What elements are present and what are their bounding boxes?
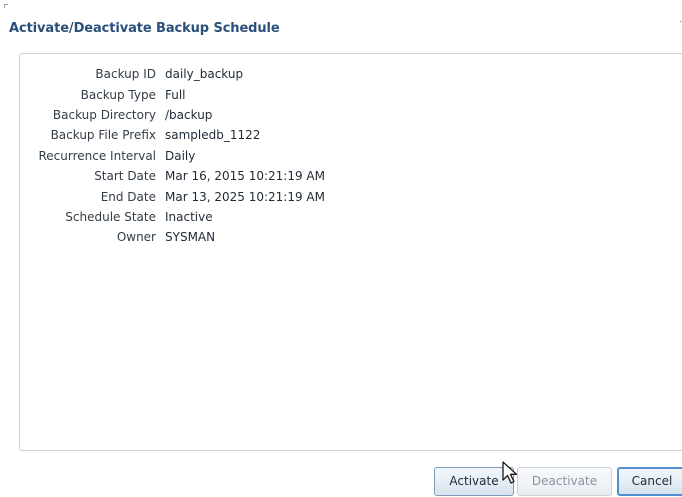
dialog-title: Activate/Deactivate Backup Schedule bbox=[9, 21, 280, 36]
detail-label: Recurrence Interval bbox=[38, 148, 156, 163]
detail-value: /backup bbox=[165, 107, 213, 122]
detail-value: Mar 13, 2025 10:21:19 AM bbox=[165, 189, 325, 204]
detail-row-recurrence-interval: Recurrence Interval Daily bbox=[20, 146, 325, 166]
dialog-corner-mark bbox=[4, 4, 8, 8]
detail-value: Inactive bbox=[165, 209, 213, 224]
detail-label: Start Date bbox=[94, 169, 156, 184]
deactivate-button: Deactivate bbox=[517, 467, 612, 496]
detail-label: Backup File Prefix bbox=[50, 128, 156, 143]
detail-row-backup-directory: Backup Directory /backup bbox=[20, 105, 325, 125]
detail-row-start-date: Start Date Mar 16, 2015 10:21:19 AM bbox=[20, 166, 325, 186]
detail-row-backup-type: Backup Type Full bbox=[20, 84, 325, 104]
detail-row-owner: Owner SYSMAN bbox=[20, 227, 325, 247]
detail-label: Backup Directory bbox=[52, 107, 156, 122]
detail-label: End Date bbox=[100, 189, 156, 204]
schedule-details-panel: Backup ID daily_backup Backup Type Full … bbox=[19, 53, 682, 451]
detail-label: Backup ID bbox=[95, 67, 156, 82]
cancel-button[interactable]: Cancel bbox=[617, 467, 682, 496]
close-icon[interactable]: ˙ bbox=[678, 19, 682, 33]
activate-button[interactable]: Activate bbox=[434, 467, 514, 496]
detail-label: Owner bbox=[116, 230, 156, 245]
detail-value: SYSMAN bbox=[165, 230, 216, 245]
backup-schedule-dialog: Activate/Deactivate Backup Schedule ˙ Ba… bbox=[0, 0, 682, 497]
detail-value: Full bbox=[165, 87, 186, 102]
detail-value: Mar 16, 2015 10:21:19 AM bbox=[165, 169, 325, 184]
detail-row-end-date: End Date Mar 13, 2025 10:21:19 AM bbox=[20, 186, 325, 206]
detail-row-schedule-state: Schedule State Inactive bbox=[20, 207, 325, 227]
schedule-details-table: Backup ID daily_backup Backup Type Full … bbox=[20, 64, 325, 248]
dialog-button-bar: Activate Deactivate Cancel bbox=[0, 467, 682, 497]
detail-row-backup-file-prefix: Backup File Prefix sampledb_1122 bbox=[20, 125, 325, 145]
detail-row-backup-id: Backup ID daily_backup bbox=[20, 64, 325, 84]
detail-value: Daily bbox=[165, 148, 196, 163]
detail-value: sampledb_1122 bbox=[165, 128, 261, 143]
detail-label: Backup Type bbox=[80, 87, 156, 102]
detail-value: daily_backup bbox=[165, 67, 244, 82]
detail-label: Schedule State bbox=[65, 209, 156, 224]
